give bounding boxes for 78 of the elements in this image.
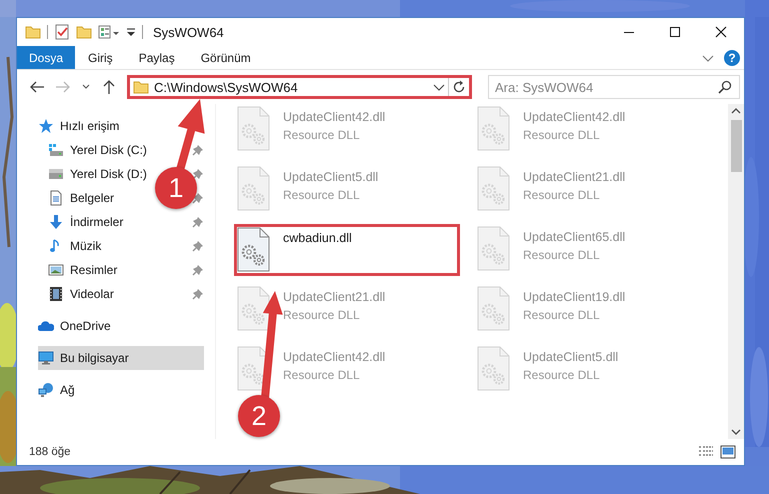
- maximize-icon[interactable]: [669, 26, 681, 38]
- help-button[interactable]: ?: [724, 50, 740, 66]
- scrollbar[interactable]: [728, 104, 744, 439]
- file-type: Resource DLL: [523, 308, 601, 322]
- nav-item[interactable]: Müzik: [48, 234, 106, 258]
- nav-item[interactable]: Belgeler: [48, 186, 118, 210]
- nav-item[interactable]: İndirmeler: [48, 210, 128, 234]
- address-bar[interactable]: C:\Windows\SysWOW64: [127, 75, 472, 99]
- nav-item[interactable]: Videolar: [48, 282, 118, 306]
- dll-file-icon: [477, 346, 511, 392]
- dll-file-icon: [237, 286, 271, 332]
- file-type: Resource DLL: [283, 188, 361, 202]
- scrollbar-thumb[interactable]: [730, 120, 742, 172]
- ribbon-tab[interactable]: Paylaş: [126, 46, 188, 69]
- file-tile[interactable]: cwbadiun.dll: [234, 224, 460, 276]
- nav-item[interactable]: Bu bilgisayar: [38, 346, 204, 370]
- folder-icon: [133, 79, 149, 95]
- document-icon: [48, 190, 64, 206]
- nav-item[interactable]: Yerel Disk (D:): [48, 162, 151, 186]
- dll-file-icon: [237, 106, 271, 152]
- file-name: UpdateClient65.dll: [523, 230, 626, 244]
- search-field[interactable]: Ara: SysWOW64: [488, 75, 740, 99]
- file-type: Resource DLL: [523, 248, 601, 262]
- pin-icon[interactable]: [192, 240, 204, 252]
- dll-file-icon: [477, 286, 511, 332]
- file-name: cwbadiun.dll: [283, 231, 352, 245]
- ribbon-tab[interactable]: Giriş: [75, 46, 126, 69]
- dll-file-icon: [477, 226, 511, 272]
- ribbon-tab[interactable]: Görünüm: [188, 46, 264, 69]
- file-name: UpdateClient5.dll: [523, 350, 618, 364]
- up-arrow-icon[interactable]: [101, 79, 117, 95]
- download-arrow-icon: [48, 214, 64, 230]
- large-icons-view-icon[interactable]: [720, 445, 736, 459]
- pin-icon[interactable]: [192, 192, 204, 204]
- picture-icon: [48, 262, 64, 278]
- film-icon: [48, 286, 64, 302]
- file-name: UpdateClient42.dll: [523, 110, 626, 124]
- file-name: UpdateClient21.dll: [523, 170, 626, 184]
- file-type: Resource DLL: [523, 368, 601, 382]
- dll-file-icon: [477, 166, 511, 212]
- refresh-icon[interactable]: [452, 80, 466, 94]
- item-count: 188 öğe: [29, 446, 71, 458]
- nav-item[interactable]: Hızlı erişim: [38, 114, 124, 138]
- pin-icon[interactable]: [192, 288, 204, 300]
- file-type: Resource DLL: [283, 128, 361, 142]
- checklist-icon[interactable]: [54, 24, 70, 40]
- file-type: Resource DLL: [283, 368, 361, 382]
- network-icon: [38, 382, 54, 398]
- file-name: UpdateClient42.dll: [283, 110, 386, 124]
- dll-file-icon: [237, 166, 271, 212]
- star-icon: [38, 118, 54, 134]
- file-name: UpdateClient19.dll: [523, 290, 626, 304]
- close-icon[interactable]: [715, 26, 727, 38]
- file-name: UpdateClient42.dll: [283, 350, 386, 364]
- nav-item[interactable]: OneDrive: [38, 314, 115, 338]
- computer-icon: [38, 350, 54, 366]
- search-icon[interactable]: [718, 80, 732, 94]
- file-name: UpdateClient5.dll: [283, 170, 378, 184]
- pin-icon[interactable]: [192, 168, 204, 180]
- back-arrow-icon[interactable]: [29, 79, 45, 95]
- pin-icon[interactable]: [192, 144, 204, 156]
- file-name: UpdateClient21.dll: [283, 290, 386, 304]
- drive-icon: [48, 166, 64, 182]
- nav-item[interactable]: Ağ: [38, 378, 79, 402]
- file-menu-tab[interactable]: Dosya: [17, 46, 76, 69]
- file-type: Resource DLL: [283, 308, 361, 322]
- dll-file-icon: [237, 227, 271, 273]
- nav-item[interactable]: Resimler: [48, 258, 122, 282]
- dll-file-icon: [477, 106, 511, 152]
- address-path: C:\Windows\SysWOW64: [154, 80, 299, 94]
- properties-icon[interactable]: [98, 24, 120, 40]
- drive-icon: [48, 142, 64, 158]
- pin-icon[interactable]: [192, 264, 204, 276]
- pin-icon[interactable]: [192, 216, 204, 228]
- nav-item[interactable]: Yerel Disk (C:): [48, 138, 151, 162]
- file-type: Resource DLL: [523, 188, 601, 202]
- file-type: Resource DLL: [523, 128, 601, 142]
- window-title: SysWOW64: [153, 24, 224, 40]
